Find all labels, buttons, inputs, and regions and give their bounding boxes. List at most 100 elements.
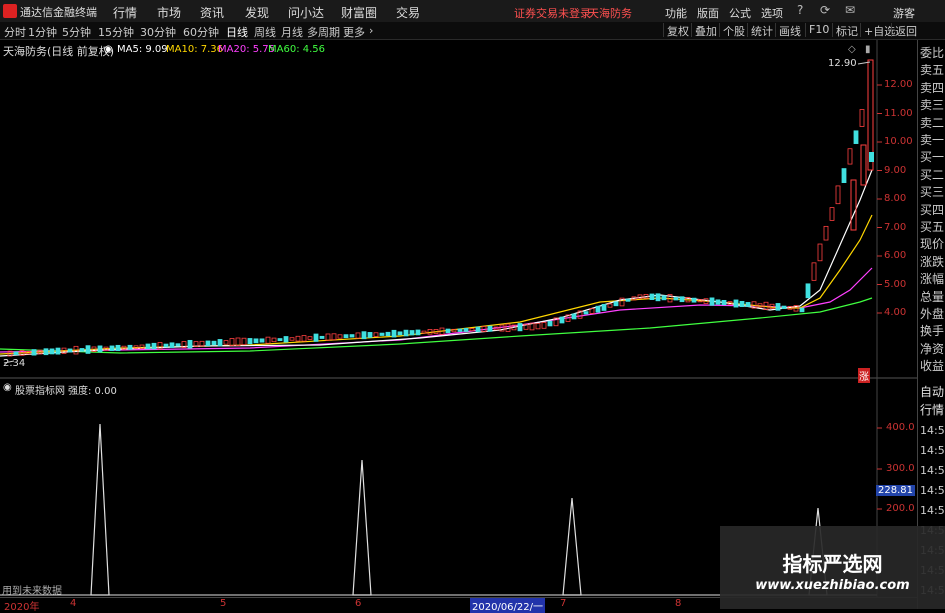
diamond-icon[interactable]: ◇ [848, 44, 856, 55]
menu-faxian[interactable]: 发现 [245, 4, 269, 21]
auto-quote-label[interactable]: 自动 [920, 385, 944, 399]
period-1min[interactable]: 1分钟 [28, 24, 57, 40]
main-y-label: 6.00 [884, 250, 907, 261]
tool-back[interactable]: 返回 [891, 23, 917, 38]
candle [457, 328, 463, 332]
ma5-label: MA5: 9.09 [117, 44, 168, 55]
candle [829, 207, 835, 221]
period-daily[interactable]: 日线 [226, 24, 248, 40]
indicator-settings-icon[interactable]: ◉ [3, 382, 12, 393]
ma-settings-icon[interactable]: ◉ [104, 44, 113, 55]
login-warning[interactable]: 证券交易未登录 [514, 5, 591, 21]
app-title: 通达信金融终端 [20, 6, 97, 19]
menu-zixun[interactable]: 资讯 [200, 4, 224, 21]
period-60min[interactable]: 60分钟 [183, 24, 219, 40]
candle [601, 303, 607, 311]
quote-label: 委比 [920, 46, 945, 60]
main-y-label: 9.00 [884, 164, 907, 176]
candle [571, 313, 577, 320]
period-monthly[interactable]: 月线 [281, 24, 303, 40]
candle [811, 262, 817, 281]
candle [559, 316, 565, 324]
menu-gongneng[interactable]: 功能 [665, 5, 687, 21]
more-arrow-icon[interactable]: › [369, 24, 373, 37]
candle [283, 336, 289, 343]
quote-label: 外盘 [920, 307, 945, 321]
x-label-may: 5 [220, 598, 227, 609]
candle [415, 329, 421, 336]
period-fenshi[interactable]: 分时 [4, 24, 26, 40]
help-icon[interactable]: ? [797, 3, 803, 17]
quote-label: 卖四 [920, 80, 945, 95]
candle [709, 297, 715, 306]
candle [151, 342, 157, 350]
tool-tongji[interactable]: 统计 [747, 23, 773, 38]
tool-fuquan[interactable]: 复权 [663, 23, 689, 38]
candle [55, 347, 61, 355]
candle [739, 300, 745, 308]
candle [691, 297, 697, 303]
menu-banmian[interactable]: 版面 [697, 5, 719, 21]
watermark: 指标严选网 www.xuezhibiao.com [720, 526, 945, 609]
candle [535, 323, 541, 330]
mail-icon[interactable]: ✉ [845, 3, 855, 17]
candle [109, 345, 115, 352]
ma-lines [0, 169, 873, 357]
menu-wenxiaoda[interactable]: 问小达 [288, 4, 324, 21]
menu-hangqing[interactable]: 行情 [113, 4, 137, 21]
tool-f10[interactable]: F10 [805, 23, 829, 37]
candle [853, 130, 859, 144]
indicator-y-label: 400.0 [886, 422, 915, 433]
tool-gegu[interactable]: 个股 [719, 23, 745, 38]
refresh-icon[interactable]: ⟳ [820, 3, 830, 17]
candle [487, 325, 493, 332]
menu-shichang[interactable]: 市场 [157, 4, 181, 21]
menu-caifuquan[interactable]: 财富圈 [341, 4, 377, 21]
candle [403, 329, 409, 337]
candle [673, 297, 679, 301]
x-label-jul: 7 [560, 598, 567, 609]
tool-biaoji[interactable]: 标记 [832, 23, 858, 38]
candle [541, 322, 547, 329]
candle [31, 349, 37, 356]
candle [307, 336, 313, 340]
auto-quote-label[interactable]: 行情 [920, 403, 944, 417]
app-logo-icon [3, 4, 17, 18]
candle [325, 333, 331, 341]
chart-canvas[interactable] [0, 40, 917, 597]
tool-diejia[interactable]: 叠加 [691, 23, 717, 38]
period-more[interactable]: 更多 [343, 24, 365, 40]
panel-toggle-icon[interactable]: ▮ [865, 44, 871, 55]
period-multi[interactable]: 多周期 [307, 24, 340, 40]
candle [289, 337, 295, 341]
tick-time: 14:56 [920, 464, 945, 477]
indicator-current-value: 228.81 [876, 485, 915, 496]
main-y-label: 11.00 [884, 107, 913, 119]
period-5min[interactable]: 5分钟 [62, 24, 91, 40]
candle [229, 338, 235, 347]
candle [217, 339, 223, 347]
menu-jiaoyi[interactable]: 交易 [396, 4, 420, 21]
period-15min[interactable]: 15分钟 [98, 24, 134, 40]
quote-label: 总量 [920, 289, 945, 304]
candle [679, 296, 685, 303]
quote-label: 买五 [920, 220, 945, 234]
candle [331, 333, 337, 341]
stock-name-top: 天海防务 [588, 7, 632, 20]
tick-time: 14:56 [920, 504, 945, 517]
candle [361, 331, 367, 340]
menu-xuanxiang[interactable]: 选项 [761, 5, 783, 21]
candle [847, 148, 853, 165]
candle [860, 144, 867, 186]
candle [463, 327, 469, 332]
tool-huaxian[interactable]: 画线 [775, 23, 801, 38]
tool-add-watchlist[interactable]: +自选 [860, 23, 895, 38]
quote-label: 买三 [920, 185, 945, 200]
candle [43, 348, 49, 356]
guest-button[interactable]: 游客 [893, 5, 915, 21]
period-weekly[interactable]: 周线 [254, 24, 276, 40]
candle [823, 225, 829, 241]
limit-up-badge: 涨 [858, 368, 870, 383]
period-30min[interactable]: 30分钟 [140, 24, 176, 40]
menu-gongshi[interactable]: 公式 [729, 5, 751, 21]
